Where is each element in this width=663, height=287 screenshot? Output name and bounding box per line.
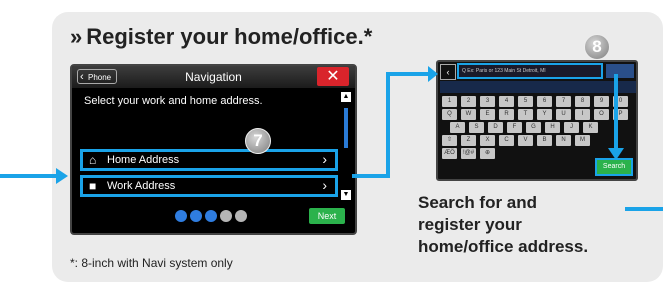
keyboard-key[interactable]: B <box>537 135 552 146</box>
keyboard-key[interactable]: 2 <box>461 96 476 107</box>
page-dot <box>175 210 187 222</box>
work-address-item[interactable]: ■ Work Address › <box>80 175 338 197</box>
keyboard-key[interactable]: S <box>469 122 484 133</box>
keyboard-key[interactable]: 1 <box>442 96 457 107</box>
keyboard-key[interactable]: 4 <box>499 96 514 107</box>
keyboard-key[interactable]: H <box>545 122 560 133</box>
page-indicator <box>175 209 250 227</box>
home-icon: ⌂ <box>89 153 97 167</box>
search-keyboard-screen: ‹ Q Ex: Paris or 123 Main St Detroit, MI… <box>436 60 638 181</box>
screen-instructions: Select your work and home address. <box>84 95 263 107</box>
keyboard-key[interactable]: X <box>480 135 495 146</box>
close-button[interactable]: ✕ <box>317 67 349 86</box>
home-address-label: Home Address <box>107 154 180 166</box>
arrow-right-icon <box>56 168 68 184</box>
keyboard-key[interactable]: 6 <box>537 96 552 107</box>
search-input[interactable]: Q Ex: Paris or 123 Main St Detroit, MI <box>457 63 603 79</box>
work-address-label: Work Address <box>107 180 176 192</box>
step-caption: Search for and register your home/office… <box>418 192 588 258</box>
keyboard-key[interactable]: 5 <box>518 96 533 107</box>
connector-line <box>0 174 60 178</box>
keyboard-key[interactable]: F <box>507 122 522 133</box>
keyboard-key[interactable]: Y <box>537 109 552 120</box>
connector-line <box>625 207 663 211</box>
keyboard-key[interactable]: D <box>488 122 503 133</box>
scroll-thumb[interactable] <box>344 108 348 148</box>
caption-line: home/office address. <box>418 237 589 256</box>
input-mode-button[interactable] <box>606 64 634 78</box>
keyboard-key[interactable]: K <box>583 122 598 133</box>
next-button[interactable]: Next <box>309 208 345 224</box>
keyboard-key[interactable]: E <box>480 109 495 120</box>
keyboard-key[interactable]: U <box>556 109 571 120</box>
page-dot <box>190 210 202 222</box>
screen-title: Navigation <box>185 70 242 84</box>
caption-line: register your <box>418 215 522 234</box>
section-title: » Register your home/office.* <box>70 24 372 50</box>
keyboard-key[interactable]: N <box>556 135 571 146</box>
chevron-icon: » <box>70 24 83 49</box>
keyboard-key[interactable]: Z <box>461 135 476 146</box>
keyboard-key[interactable]: Q <box>442 109 457 120</box>
title-text: Register your home/office.* <box>86 24 373 49</box>
keyboard-key[interactable]: T <box>518 109 533 120</box>
scroll-up-icon[interactable]: ▲ <box>341 92 351 102</box>
keyboard-key[interactable]: V <box>518 135 533 146</box>
page-dot <box>235 210 247 222</box>
keyboard-key[interactable]: W <box>461 109 476 120</box>
keyboard-key[interactable]: 8 <box>575 96 590 107</box>
keyboard-key[interactable]: R <box>499 109 514 120</box>
caption-line: Search for and <box>418 193 538 212</box>
scrollbar[interactable]: ▲ ▼ <box>341 92 351 200</box>
keyboard-key[interactable]: 7 <box>556 96 571 107</box>
page-dot <box>220 210 232 222</box>
keyboard-key[interactable]: ÆÖ <box>442 148 457 159</box>
keyboard-key[interactable]: I <box>575 109 590 120</box>
home-address-item[interactable]: ⌂ Home Address › <box>80 149 338 171</box>
arrow-down-icon <box>608 148 624 160</box>
arrow-right-icon <box>428 66 438 82</box>
page-dot <box>205 210 217 222</box>
keyboard-key[interactable]: G <box>526 122 541 133</box>
keyboard-key[interactable]: O <box>594 109 609 120</box>
connector-line <box>386 72 390 178</box>
keyboard-key[interactable]: A <box>450 122 465 133</box>
connector-line <box>386 72 432 76</box>
search-button[interactable]: Search <box>595 158 633 176</box>
suggestion-strip <box>440 81 636 93</box>
navigation-screen: ‹ Phone Navigation ✕ Select your work and… <box>70 64 357 235</box>
footnote: *: 8-inch with Navi system only <box>70 256 233 270</box>
step-8-badge: 8 <box>584 34 610 60</box>
keyboard-key[interactable]: 9 <box>594 96 609 107</box>
briefcase-icon: ■ <box>89 179 97 193</box>
keyboard-key[interactable]: J <box>564 122 579 133</box>
back-arrow-icon[interactable]: ‹ <box>440 64 456 80</box>
keyboard-key[interactable]: 3 <box>480 96 495 107</box>
keyboard-key[interactable]: C <box>499 135 514 146</box>
keyboard-key[interactable]: ⇧ <box>442 135 457 146</box>
scroll-down-icon[interactable]: ▼ <box>341 190 351 200</box>
chevron-right-icon: › <box>322 177 327 193</box>
keyboard-key[interactable]: ⊕ <box>480 148 495 159</box>
chevron-right-icon: › <box>322 151 327 167</box>
connector-line <box>614 74 618 150</box>
connector-line <box>352 174 388 178</box>
keyboard-key[interactable]: !@# <box>461 148 476 159</box>
step-7-badge: 7 <box>245 128 271 154</box>
keyboard-key[interactable]: M <box>575 135 590 146</box>
